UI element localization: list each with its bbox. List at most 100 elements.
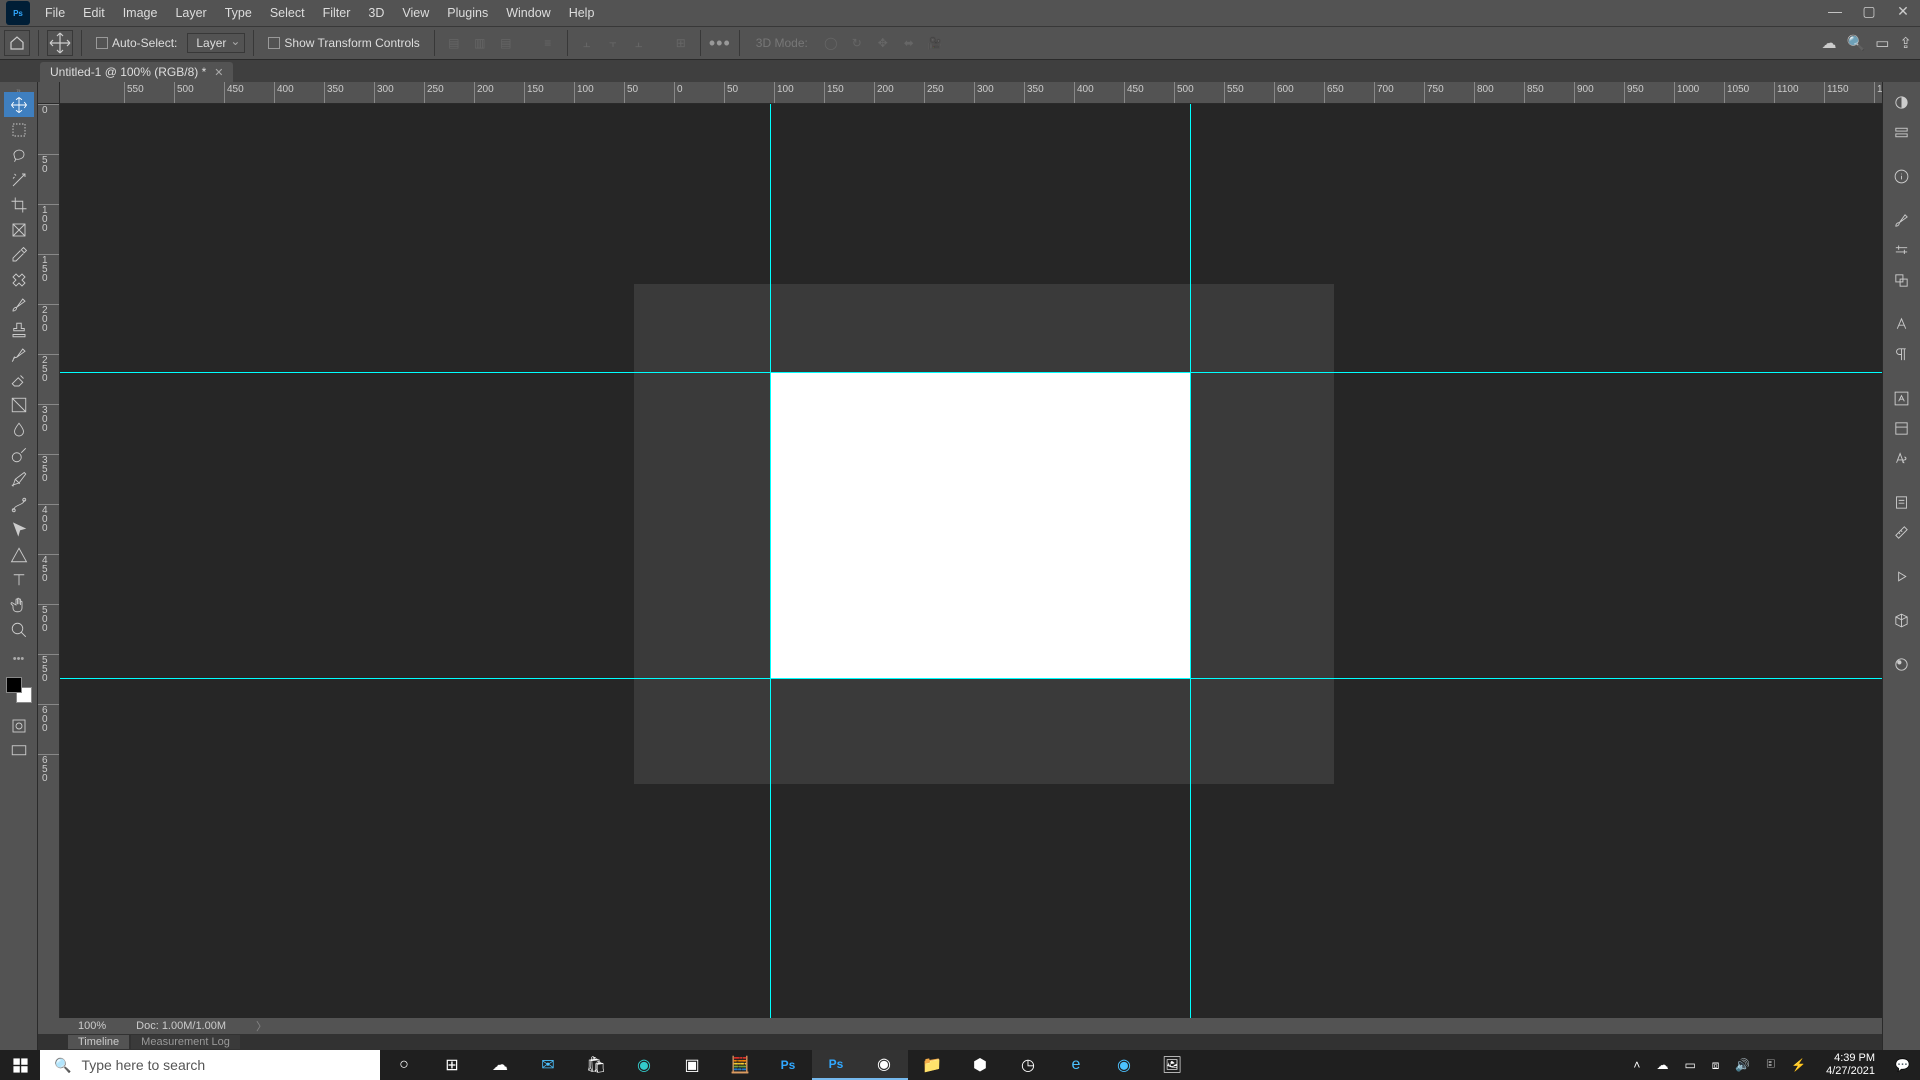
edge-icon[interactable]: ◉: [620, 1050, 668, 1080]
start-button[interactable]: [0, 1050, 40, 1080]
edit-toolbar-icon[interactable]: •••: [4, 646, 34, 671]
wand-tool[interactable]: [4, 167, 34, 192]
para-panel-icon[interactable]: [1888, 342, 1916, 366]
status-flyout-icon[interactable]: 〉: [256, 1018, 267, 1034]
notifications-icon[interactable]: 💬: [1891, 1058, 1914, 1072]
heal-tool[interactable]: [4, 267, 34, 292]
close-tab-icon[interactable]: ✕: [214, 66, 223, 79]
char-panel-icon[interactable]: [1888, 312, 1916, 336]
clone-panel-icon[interactable]: [1888, 268, 1916, 292]
menu-view[interactable]: View: [393, 0, 438, 26]
explorer-icon[interactable]: 📁: [908, 1050, 956, 1080]
align-center-v-icon[interactable]: ⫟: [602, 32, 624, 54]
history-tool[interactable]: [4, 342, 34, 367]
menu-layer[interactable]: Layer: [166, 0, 215, 26]
calculator-icon[interactable]: 🧮: [716, 1050, 764, 1080]
menu-filter[interactable]: Filter: [314, 0, 360, 26]
chrome-icon[interactable]: ◉: [860, 1050, 908, 1080]
direct-tool[interactable]: [4, 517, 34, 542]
marquee-tool[interactable]: [4, 117, 34, 142]
menu-edit[interactable]: Edit: [74, 0, 114, 26]
align-center-h-icon[interactable]: ▥: [469, 32, 491, 54]
maximize-button[interactable]: ▢: [1852, 0, 1886, 22]
tray-overflow-icon[interactable]: ˄: [1629, 1058, 1644, 1072]
brush-tool[interactable]: [4, 292, 34, 317]
guide-vertical[interactable]: [1190, 104, 1191, 1050]
volume-icon[interactable]: 🔊: [1731, 1058, 1754, 1072]
frame-tool[interactable]: [4, 217, 34, 242]
zoom-3d-icon[interactable]: 🎥: [924, 32, 946, 54]
battery-icon[interactable]: 🗉: [1762, 1055, 1779, 1076]
photoshop-beta-icon[interactable]: Ps: [764, 1050, 812, 1080]
menu-window[interactable]: Window: [497, 0, 559, 26]
onedrive-icon[interactable]: ☁: [1652, 1058, 1672, 1072]
guide-horizontal[interactable]: [60, 372, 1882, 373]
roll-3d-icon[interactable]: ↻: [846, 32, 868, 54]
path-tool[interactable]: [4, 492, 34, 517]
brush-settings-panel-icon[interactable]: [1888, 238, 1916, 262]
mail-icon[interactable]: ✉: [524, 1050, 572, 1080]
menu-type[interactable]: Type: [216, 0, 261, 26]
menu-help[interactable]: Help: [560, 0, 604, 26]
stamp-tool[interactable]: [4, 317, 34, 342]
menu-3d[interactable]: 3D: [359, 0, 393, 26]
shape-tool[interactable]: [4, 542, 34, 567]
eraser-tool[interactable]: [4, 367, 34, 392]
zoom-tool[interactable]: [4, 617, 34, 642]
swatches-panel-icon[interactable]: [1888, 120, 1916, 144]
align-bottom-icon[interactable]: ⫠: [628, 32, 650, 54]
terminal-icon[interactable]: ▣: [668, 1050, 716, 1080]
photoshop-icon[interactable]: Ps: [812, 1050, 860, 1080]
auto-select-mode[interactable]: Layer: [187, 33, 245, 53]
task-view-icon[interactable]: ⊞: [428, 1050, 476, 1080]
document-tab[interactable]: Untitled-1 @ 100% (RGB/8) * ✕: [40, 62, 233, 82]
text-tool[interactable]: [4, 567, 34, 592]
app1-icon[interactable]: ⬢: [956, 1050, 1004, 1080]
obs-icon[interactable]: ◷: [1004, 1050, 1052, 1080]
menu-file[interactable]: File: [36, 0, 74, 26]
search-icon[interactable]: 🔍: [1847, 34, 1866, 52]
menu-image[interactable]: Image: [114, 0, 167, 26]
more-options-icon[interactable]: •••: [709, 32, 731, 54]
measurement-log-tab[interactable]: Measurement Log: [131, 1035, 240, 1049]
gradient-tool[interactable]: [4, 392, 34, 417]
zoom-level[interactable]: 100%: [78, 1020, 106, 1032]
menu-plugins[interactable]: Plugins: [438, 0, 497, 26]
note-panel-icon[interactable]: [1888, 490, 1916, 514]
move-tool-icon[interactable]: ⌄: [47, 30, 73, 56]
foreground-background-colors[interactable]: [4, 675, 34, 705]
measure-panel-icon[interactable]: [1888, 520, 1916, 544]
close-button[interactable]: ✕: [1886, 0, 1920, 22]
hand-tool[interactable]: [4, 592, 34, 617]
artboard[interactable]: [770, 372, 1190, 678]
dodge-tool[interactable]: [4, 442, 34, 467]
quick-mask-icon[interactable]: [4, 713, 34, 738]
distribute-icon[interactable]: ≡: [537, 32, 559, 54]
blur-tool[interactable]: [4, 417, 34, 442]
align-to-icon[interactable]: ⊞: [670, 32, 692, 54]
align-left-icon[interactable]: ▤: [443, 32, 465, 54]
color-panel-icon[interactable]: [1888, 90, 1916, 114]
doc-size[interactable]: Doc: 1.00M/1.00M: [136, 1020, 226, 1032]
dropbox-icon[interactable]: ⧈: [1708, 1058, 1724, 1073]
screen-mode-icon[interactable]: [4, 738, 34, 763]
auto-select-checkbox[interactable]: Auto-Select:: [90, 30, 183, 56]
camera-icon[interactable]: ◉: [1100, 1050, 1148, 1080]
3d-panel-icon[interactable]: [1888, 608, 1916, 632]
timeline-tab[interactable]: Timeline: [68, 1035, 129, 1049]
ruler-origin[interactable]: [38, 82, 60, 104]
cortana-icon[interactable]: ○: [380, 1050, 428, 1080]
meet-now-icon[interactable]: ▭: [1680, 1058, 1699, 1072]
horizontal-ruler[interactable]: 5505004504003503002502001501005005010015…: [60, 82, 1882, 104]
share-icon[interactable]: ⇪: [1899, 34, 1912, 52]
workspace-icon[interactable]: ▭: [1875, 34, 1889, 52]
store-icon[interactable]: 🛍: [572, 1050, 620, 1080]
taskbar-search[interactable]: 🔍 Type here to search: [40, 1050, 380, 1080]
orbit-3d-icon[interactable]: ◯: [820, 32, 842, 54]
minimize-button[interactable]: —: [1818, 0, 1852, 22]
clock[interactable]: 4:39 PM 4/27/2021: [1818, 1052, 1883, 1078]
brush-panel-icon[interactable]: [1888, 208, 1916, 232]
move-tool[interactable]: [4, 92, 34, 117]
guide-vertical[interactable]: [770, 104, 771, 1050]
app2-icon[interactable]: 🖼: [1148, 1050, 1196, 1080]
